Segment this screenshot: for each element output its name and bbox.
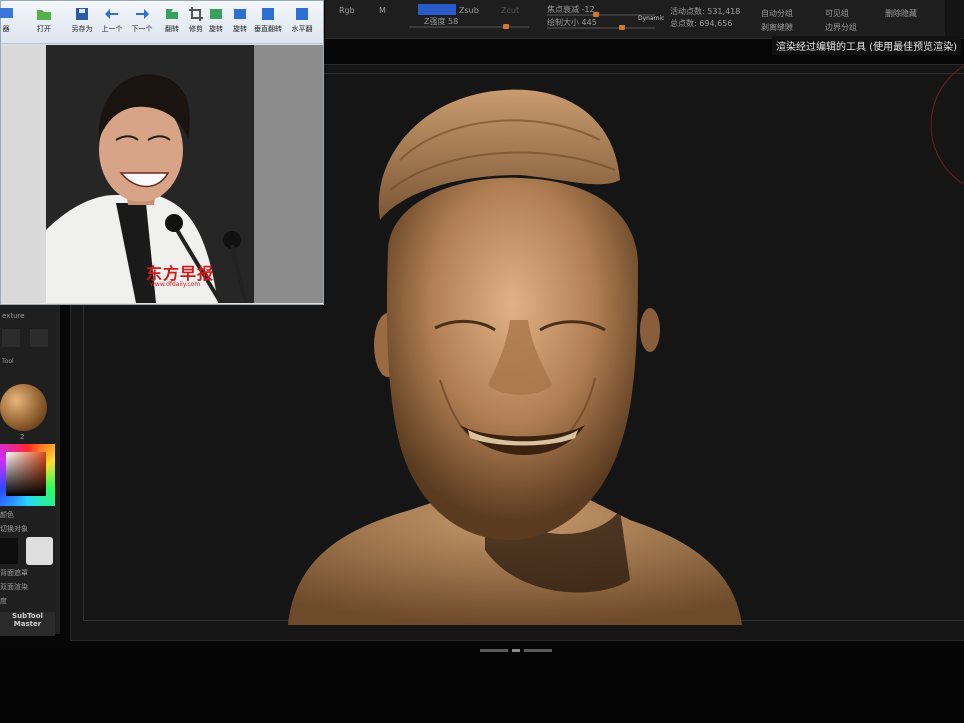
- monitor-icon: [0, 8, 13, 18]
- alpha-slot[interactable]: [30, 329, 48, 347]
- flip-horizontal-icon: [296, 8, 308, 20]
- subtool-master-button[interactable]: SubTool Master: [0, 612, 55, 636]
- sculpt-head-model[interactable]: [270, 80, 760, 640]
- viewer-button-flip-horizontal[interactable]: 水平翻: [285, 5, 319, 39]
- viewer-button-open[interactable]: 打开: [27, 5, 61, 39]
- material-sphere[interactable]: [0, 384, 47, 431]
- arrow-left-icon: [105, 9, 118, 19]
- border-groups-button[interactable]: 边界分组: [825, 22, 857, 33]
- viewer-button-next[interactable]: 下一个: [125, 5, 159, 39]
- folder-open-icon: [37, 10, 51, 20]
- total-points-label: 总点数: 694,656: [670, 19, 733, 28]
- z-intensity-label: Z强度 58: [424, 17, 459, 26]
- texture-label: exture: [2, 312, 25, 320]
- zadd-toggle[interactable]: [418, 4, 456, 15]
- arrow-right-icon: [136, 9, 149, 19]
- save-icon: [76, 8, 88, 20]
- viewer-left-margin: [1, 45, 46, 303]
- tool-label: Tool: [2, 358, 14, 365]
- dynamic-toggle[interactable]: Dynamic: [638, 15, 664, 22]
- weld-groups-button[interactable]: 剥离缝隙: [761, 22, 793, 33]
- viewer-button-previous[interactable]: 上一个: [95, 5, 129, 39]
- active-points-label: 活动点数: 531,418: [670, 7, 741, 16]
- auto-groups-button[interactable]: 自动分组: [761, 8, 793, 19]
- rotate-left-icon: [210, 9, 222, 19]
- photo-watermark-url: www.dfdaily.com: [150, 281, 201, 288]
- viewer-button-save-as[interactable]: 另存为: [65, 5, 99, 39]
- reference-photo: 东方早报 www.dfdaily.com: [46, 45, 254, 303]
- secondary-color-swatch[interactable]: [26, 537, 53, 565]
- color-label: 颜色: [0, 511, 14, 519]
- viewer-button-monitor[interactable]: 器: [0, 5, 23, 39]
- flip-icon: [166, 9, 178, 19]
- tooltip: 渲染经过编辑的工具 (使用最佳预览渲染): [772, 36, 961, 55]
- degree-label: 度: [0, 597, 7, 605]
- rotation-guide-icon: [930, 65, 964, 185]
- backface-mask-label[interactable]: 背面遮罩: [0, 568, 28, 578]
- color-picker-square[interactable]: [6, 452, 46, 496]
- image-viewer-toolbar: 器 打开 另存为 上一个 下一个 翻转 修剪 旋转 旋转 垂直翻转 水平翻: [0, 1, 323, 44]
- zcut-toggle[interactable]: Zcut: [501, 6, 519, 15]
- draw-size-slider[interactable]: [547, 25, 655, 30]
- delete-hidden-button[interactable]: 删除隐藏: [885, 8, 917, 19]
- rotate-right-icon: [234, 9, 246, 19]
- visible-groups-button[interactable]: 可见组: [825, 8, 849, 19]
- color-wheel[interactable]: [0, 444, 55, 506]
- viewer-right-margin: [254, 45, 323, 303]
- canvas-nav-strip[interactable]: [480, 640, 570, 652]
- switch-color-label: 切换对象: [0, 525, 28, 533]
- monitor-bezel: [0, 648, 964, 723]
- double-sided-label[interactable]: 双面渲染: [0, 582, 28, 592]
- zsub-toggle[interactable]: Zsub: [459, 6, 479, 15]
- material-number: 2: [20, 433, 25, 441]
- mrgb-toggle[interactable]: M: [379, 6, 386, 15]
- flip-vertical-icon: [262, 8, 274, 20]
- topbar-edge: [945, 0, 964, 38]
- texture-slot[interactable]: [2, 329, 20, 347]
- left-tool-panel: exture Tool 2 颜色 切换对象 背面遮罩 双面渲染 度 SubToo…: [0, 304, 60, 636]
- primary-color-swatch[interactable]: [0, 538, 18, 564]
- image-viewer-window[interactable]: 器 打开 另存为 上一个 下一个 翻转 修剪 旋转 旋转 垂直翻转 水平翻 东方…: [0, 0, 324, 305]
- viewer-button-flip-vertical[interactable]: 垂直翻转: [251, 5, 285, 39]
- rgb-toggle[interactable]: Rgb: [339, 6, 355, 15]
